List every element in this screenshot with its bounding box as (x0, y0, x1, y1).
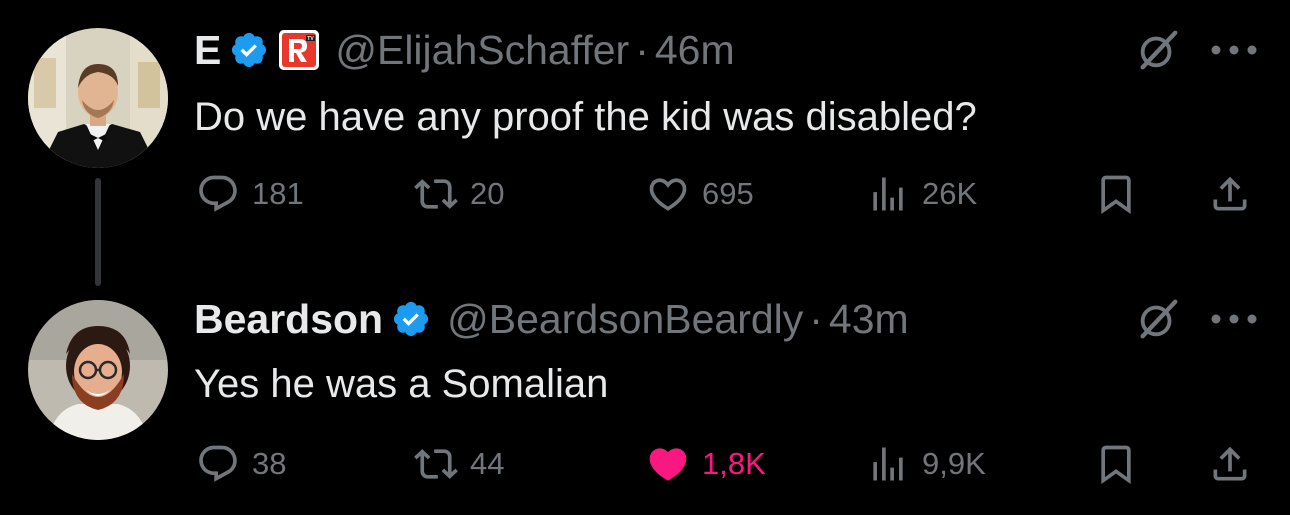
separator: · (809, 296, 823, 342)
share-icon (1208, 442, 1252, 486)
tweet-text: Do we have any proof the kid was disable… (194, 95, 977, 139)
avatar[interactable] (28, 28, 168, 168)
like-count: 1,8K (702, 446, 766, 481)
retweet-icon (414, 442, 458, 486)
retweet-count: 44 (470, 446, 505, 481)
views-button[interactable]: 26K (866, 169, 977, 219)
avatar[interactable] (28, 300, 168, 440)
heart-icon (646, 172, 690, 216)
separator: · (635, 27, 649, 73)
grok-icon[interactable] (1135, 27, 1181, 73)
reply-button[interactable]: 181 (196, 169, 304, 219)
share-button[interactable] (1208, 439, 1252, 489)
views-icon (866, 442, 910, 486)
tweet-header: Beardson @BeardsonBeardly · 43m (194, 294, 909, 344)
grok-icon[interactable] (1135, 296, 1181, 342)
views-icon (866, 172, 910, 216)
views-button[interactable]: 9,9K (866, 439, 986, 489)
verified-icon[interactable] (391, 299, 431, 339)
reply-count: 181 (252, 176, 304, 211)
tweet-top-actions (1135, 294, 1259, 344)
verified-icon[interactable] (229, 30, 269, 70)
like-count: 695 (702, 176, 754, 211)
bookmark-button[interactable] (1094, 169, 1138, 219)
like-button[interactable]: 1,8K (646, 439, 766, 489)
bookmark-icon (1094, 442, 1138, 486)
tweet[interactable]: E TV @ElijahSchaffer · 46m Do we have an… (0, 0, 1290, 286)
tweet[interactable]: Beardson @BeardsonBeardly · 43m Yes he w… (0, 270, 1290, 515)
handle[interactable]: @BeardsonBeardly (447, 294, 803, 344)
reply-icon (196, 442, 240, 486)
reply-icon (196, 172, 240, 216)
handle[interactable]: @ElijahSchaffer (335, 25, 629, 75)
retweet-button[interactable]: 20 (414, 169, 504, 219)
share-icon (1208, 172, 1252, 216)
retweet-icon (414, 172, 458, 216)
bookmark-icon (1094, 172, 1138, 216)
bookmark-button[interactable] (1094, 439, 1138, 489)
view-count: 26K (922, 176, 978, 211)
heart-icon (646, 442, 690, 486)
share-button[interactable] (1208, 169, 1252, 219)
display-name[interactable]: E (194, 25, 221, 75)
timestamp[interactable]: 46m (655, 25, 735, 75)
tweet-text: Yes he was a Somalian (194, 362, 609, 406)
display-name[interactable]: Beardson (194, 294, 383, 344)
more-icon[interactable] (1209, 312, 1259, 326)
reply-count: 38 (252, 446, 287, 481)
affiliate-badge-icon[interactable]: TV (279, 30, 320, 70)
reply-button[interactable]: 38 (196, 439, 286, 489)
svg-text:TV: TV (308, 36, 315, 42)
like-button[interactable]: 695 (646, 169, 754, 219)
tweet-header: E TV @ElijahSchaffer · 46m (194, 25, 735, 75)
view-count: 9,9K (922, 446, 986, 481)
more-icon[interactable] (1209, 43, 1259, 57)
retweet-button[interactable]: 44 (414, 439, 504, 489)
retweet-count: 20 (470, 176, 505, 211)
tweet-top-actions (1135, 25, 1259, 75)
timestamp[interactable]: 43m (829, 294, 909, 344)
